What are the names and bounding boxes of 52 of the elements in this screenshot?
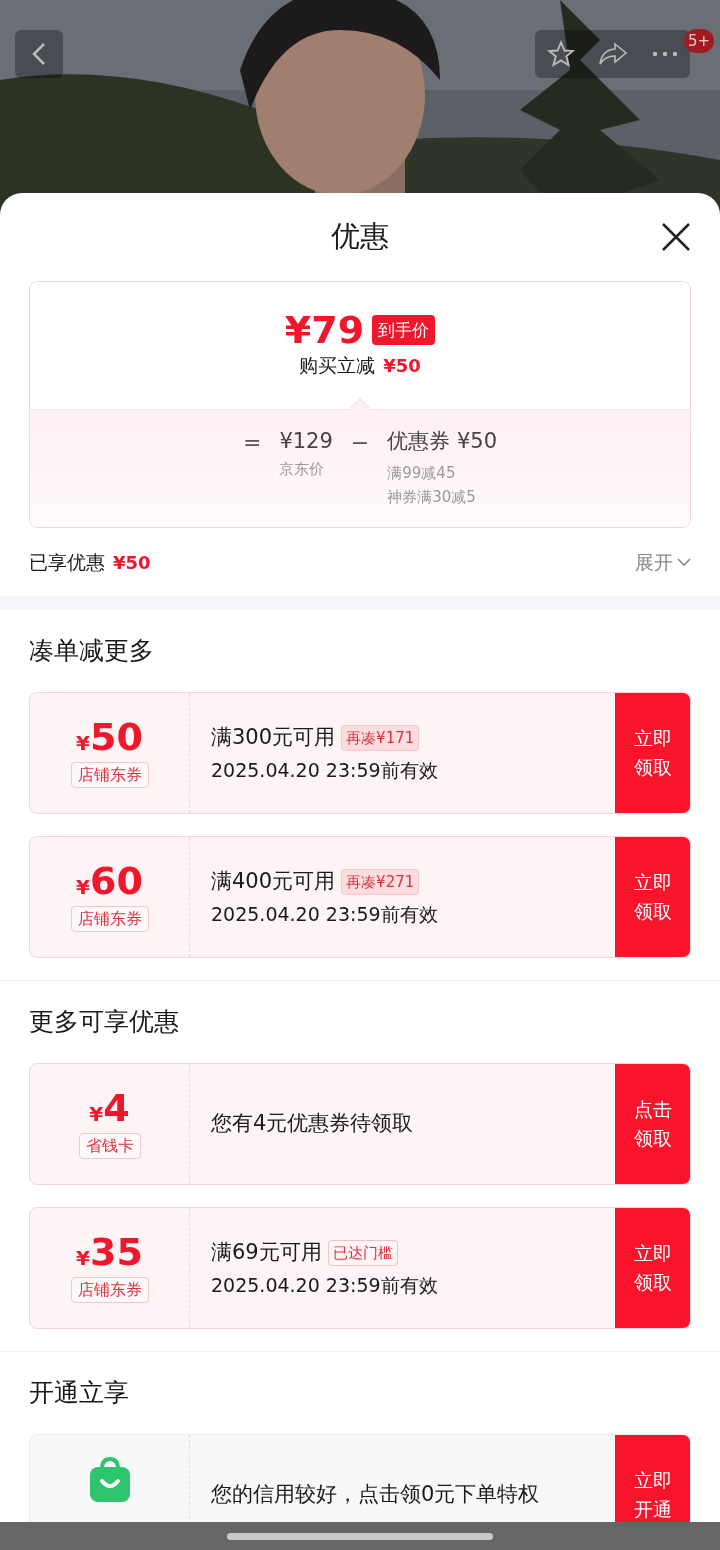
home-indicator[interactable] [227, 1532, 493, 1540]
coupon-condition: 您有4元优惠券待领取 [211, 1110, 414, 1138]
claim-button[interactable]: 立即 开通 [615, 1435, 690, 1522]
coupon-total: 优惠券 ¥50 [387, 428, 498, 455]
instant-discount-value: ¥50 [383, 354, 421, 378]
final-price-label: 到手价 [372, 315, 436, 346]
original-price-label: 京东价 [279, 458, 325, 480]
back-button[interactable] [15, 30, 63, 78]
minus-sign: − [350, 429, 370, 457]
original-price: ¥129 [279, 428, 333, 455]
coupon-amount: ¥35 [76, 1233, 143, 1271]
equals-sign: = [242, 429, 262, 457]
section-title: 凑单减更多 [29, 635, 154, 668]
section-title: 开通立享 [29, 1377, 129, 1410]
coupon-detail: 神券满30减5 [387, 487, 476, 506]
expand-toggle[interactable]: 展开 [635, 547, 691, 577]
close-icon [661, 222, 691, 252]
caret-icon [677, 557, 691, 567]
coupon-condition: 您的信用较好，点击领0元下单特权 [211, 1481, 540, 1509]
claim-button[interactable]: 点击 领取 [615, 1064, 690, 1184]
coupon-tag: 省钱卡 [78, 1133, 141, 1159]
coupon-amount: ¥60 [76, 862, 143, 900]
coupon-tag: 店铺东券 [70, 906, 149, 932]
coupon-detail: 满99减45 [387, 463, 456, 482]
share-icon[interactable] [598, 41, 629, 67]
coupon-condition: 满400元可用 [211, 868, 336, 895]
coupon-condition: 满69元可用 [211, 1239, 322, 1266]
coupon-tag: 店铺东券 [70, 762, 149, 788]
coupon-status-badge: 再凑¥271 [341, 868, 420, 895]
discount-summary-value: ¥50 [113, 550, 151, 575]
coupon-status-badge: 再凑¥171 [341, 724, 420, 751]
coupon-status-badge: 已达门槛 [327, 1239, 398, 1266]
claim-button[interactable]: 立即 领取 [615, 837, 690, 957]
more-icon[interactable] [652, 51, 679, 57]
star-icon[interactable] [546, 40, 575, 68]
shopping-bag-icon [88, 1457, 131, 1503]
section-title: 更多可享优惠 [29, 1006, 179, 1039]
coupon-amount: ¥4 [89, 1089, 130, 1127]
discount-summary-label: 已享优惠 [29, 549, 105, 575]
coupon-tag: 店铺东券 [70, 1277, 149, 1303]
coupon-validity: 2025.04.20 23:59前有效 [211, 1272, 439, 1298]
instant-discount-label: 购买立减 [299, 353, 376, 379]
final-price: ¥79 [284, 311, 365, 350]
claim-button[interactable]: 立即 领取 [615, 1208, 690, 1328]
coupon-amount: ¥50 [76, 718, 143, 756]
claim-button[interactable]: 立即 领取 [615, 693, 690, 813]
coupon-validity: 2025.04.20 23:59前有效 [211, 757, 439, 783]
sheet-title: 优惠 [331, 218, 389, 256]
close-button[interactable] [661, 222, 691, 252]
back-icon [32, 42, 46, 66]
coupon-validity: 2025.04.20 23:59前有效 [211, 901, 439, 927]
coupon-condition: 满300元可用 [211, 724, 336, 751]
